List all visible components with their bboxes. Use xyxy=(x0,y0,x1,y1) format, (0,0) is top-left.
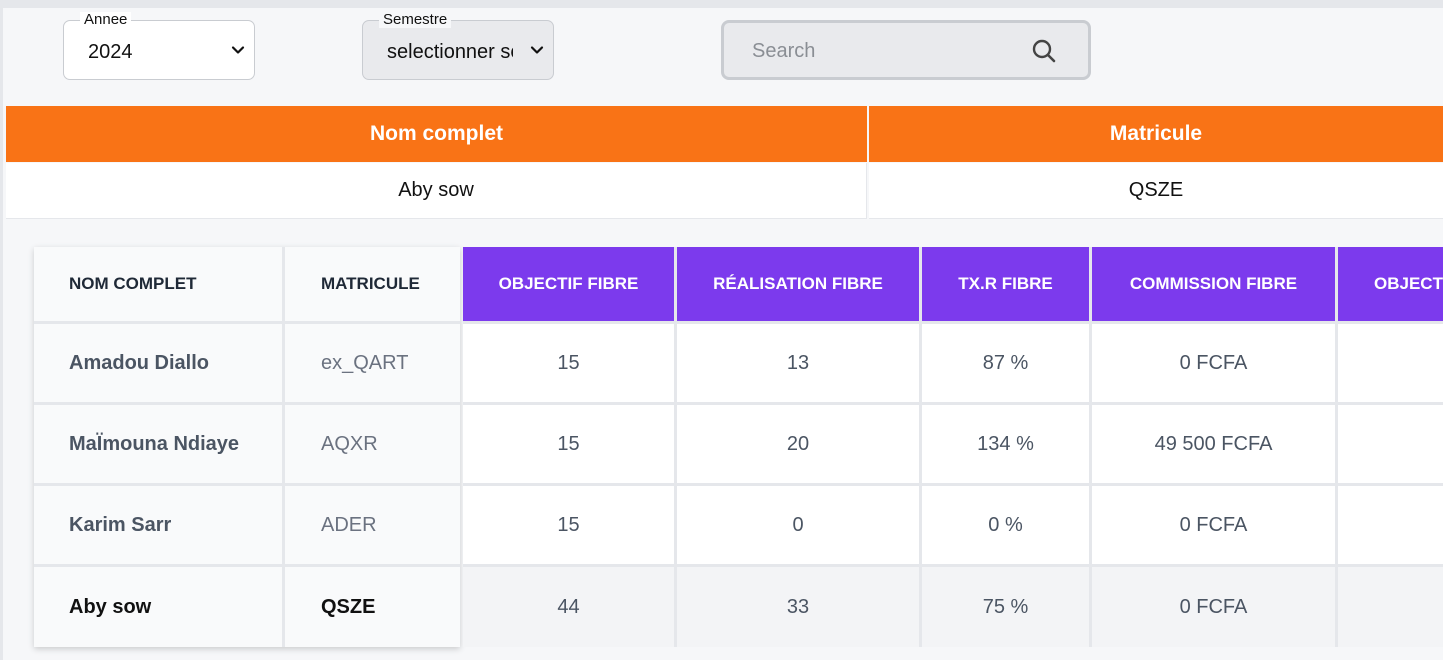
row-3-commission: 0 FCFA xyxy=(1092,486,1335,564)
row-1-matricule: ex_QART xyxy=(285,324,460,402)
row-3-partial-cell xyxy=(1338,486,1443,564)
column-header-name: NOM COMPLET xyxy=(34,247,282,321)
semester-select-value: selectionner semestre xyxy=(387,41,513,63)
column-header-matricule: MATRICULE xyxy=(285,247,460,321)
total-row-matricule: QSZE xyxy=(285,567,460,647)
semester-select[interactable]: Semestre selectionner semestre xyxy=(362,12,554,80)
total-row-name: Aby sow xyxy=(34,567,282,647)
summary-cell-matricule: QSZE xyxy=(869,163,1443,219)
row-2-txr: 134 % xyxy=(922,405,1089,483)
detail-panel: NOM COMPLET MATRICULE Amadou Diallo ex_Q… xyxy=(6,220,1443,660)
row-2-realisation: 20 xyxy=(677,405,919,483)
column-header-txr-fibre: TX.R FIBRE xyxy=(922,247,1089,321)
column-header-objectif-partial: OBJECT xyxy=(1338,247,1443,321)
row-1-commission: 0 FCFA xyxy=(1092,324,1335,402)
summary-cell-name: Aby sow xyxy=(6,163,867,219)
row-2-objectif: 15 xyxy=(463,405,674,483)
row-2-matricule: AQXR xyxy=(285,405,460,483)
row-2-commission: 49 500 FCFA xyxy=(1092,405,1335,483)
column-header-realisation-fibre: RÉALISATION FIBRE xyxy=(677,247,919,321)
row-3-name: Karim Sarr xyxy=(34,486,282,564)
search-input[interactable] xyxy=(752,37,1012,65)
total-row-commission: 0 FCFA xyxy=(1092,567,1335,647)
scrollable-columns[interactable]: OBJECTIF FIBRE RÉALISATION FIBRE TX.R FI… xyxy=(463,247,1443,647)
row-3-realisation: 0 xyxy=(677,486,919,564)
row-2-partial-cell xyxy=(1338,405,1443,483)
left-border xyxy=(0,8,3,660)
row-3-objectif: 15 xyxy=(463,486,674,564)
summary-header-matricule: Matricule xyxy=(869,106,1443,162)
row-3-txr: 0 % xyxy=(922,486,1089,564)
total-row-txr: 75 % xyxy=(922,567,1089,647)
column-header-objectif-fibre: OBJECTIF FIBRE xyxy=(463,247,674,321)
semester-select-label: Semestre xyxy=(379,12,452,28)
row-1-name: Amadou Diallo xyxy=(34,324,282,402)
chevron-down-icon xyxy=(231,46,245,54)
total-row-objectif: 44 xyxy=(463,567,674,647)
year-select-label: Annee xyxy=(80,12,132,28)
row-2-name: MaÏmouna Ndiaye xyxy=(34,405,282,483)
frozen-columns: NOM COMPLET MATRICULE Amadou Diallo ex_Q… xyxy=(34,247,460,647)
summary-table: Nom complet Matricule Aby sow QSZE xyxy=(6,106,1443,220)
total-row-realisation: 33 xyxy=(677,567,919,647)
year-select[interactable]: Annee 2024 xyxy=(63,12,255,80)
column-header-commission-fibre: COMMISSION FIBRE xyxy=(1092,247,1335,321)
row-1-realisation: 13 xyxy=(677,324,919,402)
row-1-txr: 87 % xyxy=(922,324,1089,402)
summary-header-name: Nom complet xyxy=(6,106,867,162)
total-row-partial-cell xyxy=(1338,567,1443,647)
top-border xyxy=(0,0,1443,8)
search-box xyxy=(721,20,1091,80)
row-1-objectif: 15 xyxy=(463,324,674,402)
row-1-partial-cell xyxy=(1338,324,1443,402)
row-3-matricule: ADER xyxy=(285,486,460,564)
chevron-down-icon xyxy=(530,46,544,54)
search-icon[interactable] xyxy=(1030,37,1058,65)
year-select-value: 2024 xyxy=(88,41,133,63)
